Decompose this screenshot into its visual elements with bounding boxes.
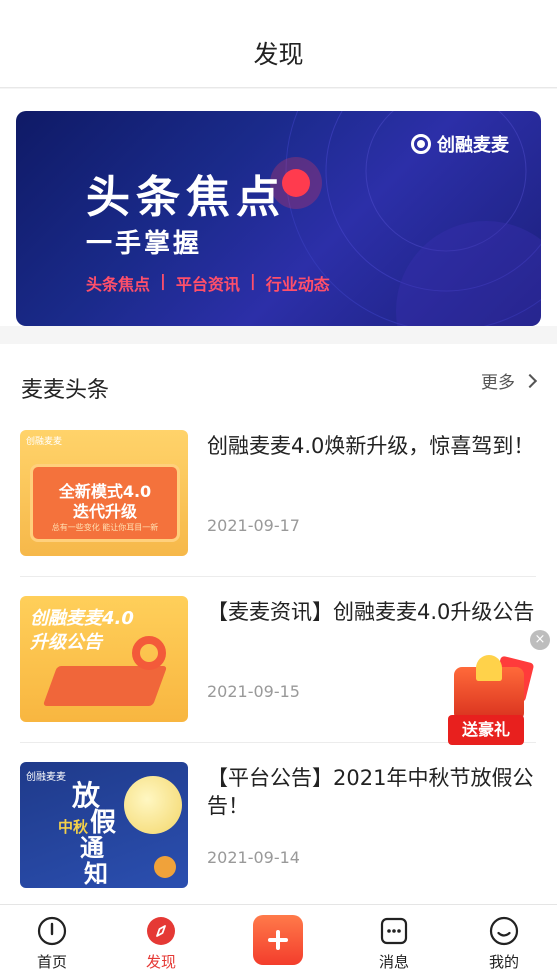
banner-tag-separator: | — [249, 271, 256, 290]
news-thumbnail: 创融麦麦4.0 升级公告 — [20, 596, 188, 722]
message-icon — [380, 917, 408, 945]
tab-label: 消息 — [378, 953, 409, 971]
thumb-char: 知 — [84, 860, 108, 888]
tab-label: 我的 — [488, 953, 519, 971]
close-icon[interactable]: × — [530, 630, 550, 650]
section-title: 麦麦头条 — [21, 378, 110, 403]
plus-icon[interactable] — [253, 915, 303, 965]
news-title: 创融麦麦4.0焕新升级，惊喜驾到！ — [207, 434, 535, 458]
banner-tags: 头条焦点 | 平台资讯 | 行业动态 — [86, 271, 330, 295]
banner-tag: 头条焦点 — [86, 275, 151, 294]
thumb-brand: 创融麦麦 — [26, 437, 63, 447]
thumb-headline: 升级公告 — [30, 632, 102, 653]
gift-label: 送豪礼 — [448, 715, 524, 745]
tab-label: 发现 — [145, 953, 176, 971]
news-thumbnail: 创融麦麦 全新模式4.0 迭代升级 总有一些变化 能让你耳目一新 — [20, 430, 188, 556]
brand-mark-icon — [411, 134, 431, 154]
tab-profile[interactable]: 我的 — [464, 905, 544, 975]
page-title: 发现 — [253, 39, 304, 69]
banner-subtitle: 一手掌握 — [86, 229, 203, 259]
banner-tag: 平台资讯 — [175, 275, 240, 294]
smile-icon — [489, 916, 519, 946]
tab-label: 首页 — [36, 953, 67, 971]
more-link[interactable]: 更多 — [481, 368, 538, 393]
info-circle-icon — [37, 916, 67, 946]
gift-float-button[interactable]: × 送豪礼 — [446, 630, 550, 751]
thumb-ring — [132, 636, 166, 670]
banner-tag: 行业动态 — [265, 275, 330, 294]
brand-logo: 创融麦麦 — [411, 131, 509, 157]
promo-banner[interactable]: 创融麦麦 头条焦点 一手掌握 头条焦点 | 平台资讯 | 行业动态 — [16, 111, 541, 326]
banner-tag-separator: | — [160, 271, 166, 290]
tab-messages[interactable]: 消息 — [354, 905, 434, 975]
top-bar: 发现 — [0, 0, 557, 88]
mooncake-image — [154, 856, 176, 878]
thumb-platform — [42, 666, 168, 706]
compass-icon — [147, 917, 175, 945]
thumb-caption: 总有一些变化 能让你耳目一新 — [51, 523, 159, 532]
gift-bow-icon — [476, 655, 502, 681]
news-date: 2021-09-15 — [207, 682, 300, 701]
chevron-right-icon — [522, 373, 538, 388]
news-section: 麦麦头条 更多 创融麦麦 全新模式4.0 迭代升级 总有一些变化 能让你耳目一新… — [0, 344, 557, 904]
news-item[interactable]: 创融麦麦 全新模式4.0 迭代升级 总有一些变化 能让你耳目一新 创融麦麦4.0… — [20, 430, 536, 558]
news-title: 【麦麦资讯】创融麦麦4.0升级公告 — [207, 600, 535, 624]
news-date: 2021-09-17 — [207, 516, 300, 535]
tab-discover[interactable]: 发现 — [121, 905, 201, 975]
thumb-headline: 迭代升级 — [72, 502, 137, 521]
tab-home[interactable]: 首页 — [12, 905, 92, 975]
bottom-tab-bar: 首页 发现 消息 我的 — [0, 904, 557, 975]
banner-title: 头条焦点 — [86, 172, 286, 223]
thumb-brand: 创融麦麦 — [26, 772, 66, 783]
banner-section: 创融麦麦 头条焦点 一手掌握 头条焦点 | 平台资讯 | 行业动态 — [0, 89, 557, 326]
news-item[interactable]: 创融麦麦 放 假 中秋 通 知 【平台公告】2021年中秋节放假公告！ 2021… — [20, 762, 536, 890]
brand-name: 创融麦麦 — [437, 135, 509, 156]
more-label: 更多 — [481, 373, 515, 393]
thumb-headline: 创融麦麦4.0 — [30, 608, 134, 629]
news-thumbnail: 创融麦麦 放 假 中秋 通 知 — [20, 762, 188, 888]
divider — [20, 576, 536, 577]
moon-image — [124, 776, 182, 834]
news-title: 【平台公告】2021年中秋节放假公告！ — [207, 766, 534, 818]
news-date: 2021-09-14 — [207, 848, 300, 867]
